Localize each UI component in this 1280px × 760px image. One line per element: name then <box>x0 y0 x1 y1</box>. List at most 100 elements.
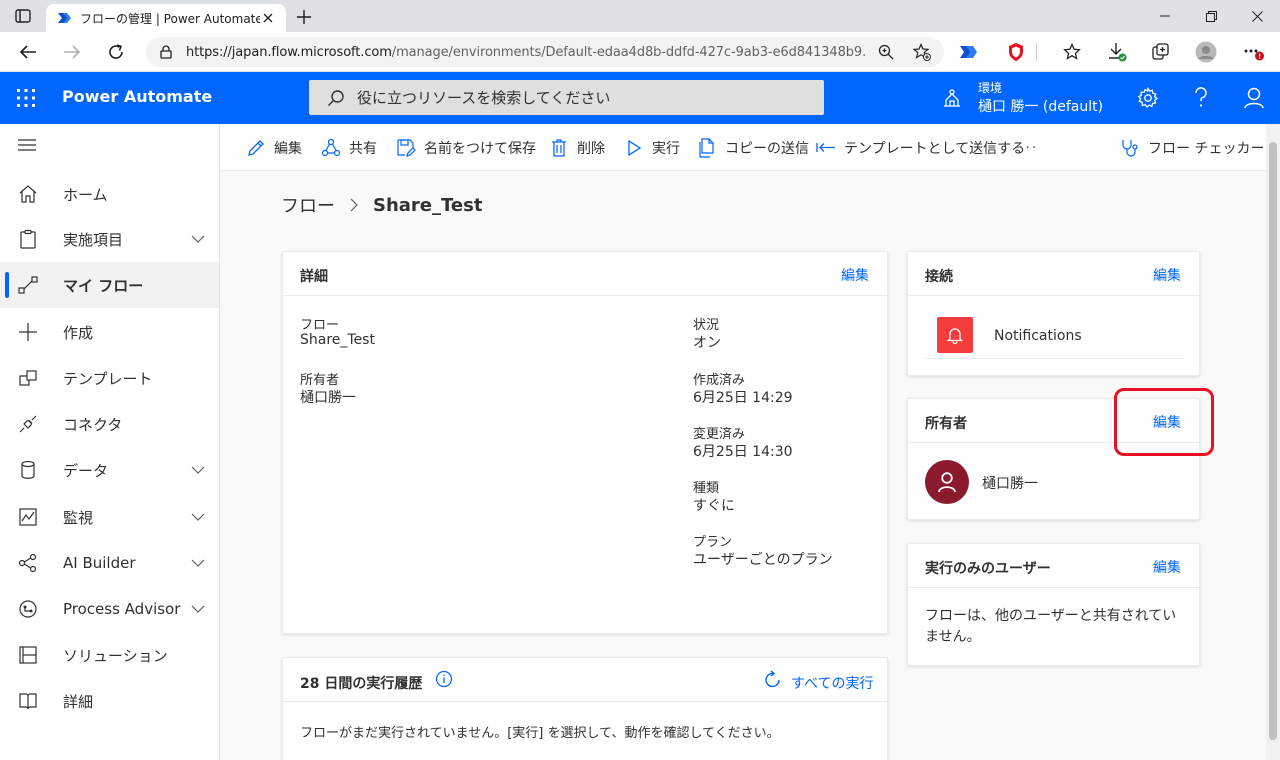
app-name[interactable]: Power Automate <box>62 87 212 106</box>
settings-more-icon[interactable] <box>1242 40 1266 64</box>
power-automate-extension-icon[interactable] <box>957 40 981 64</box>
status-value: オン <box>693 335 721 351</box>
tab-close-icon[interactable] <box>260 10 276 26</box>
restore-icon[interactable] <box>1188 0 1234 32</box>
app-header: Power Automate 役に立つリソースを検索してください 環境 樋口 勝… <box>0 72 1280 124</box>
collections-icon[interactable] <box>1149 40 1173 64</box>
share-button[interactable]: 共有 <box>321 124 377 171</box>
power-automate-favicon-icon <box>56 10 72 26</box>
send-as-template-button[interactable]: テンプレートとして送信する <box>816 124 1025 171</box>
chevron-down-icon <box>190 603 206 615</box>
flow-checker-button[interactable]: フロー チェッカー <box>1120 124 1264 171</box>
sidebar-item-label: マイ フロー <box>63 276 144 295</box>
sidebar-item-label: ホーム <box>63 185 108 204</box>
account-icon[interactable] <box>1242 86 1266 110</box>
save-as-button[interactable]: 名前をつけて保存 <box>396 124 536 171</box>
sidebar-item-monitor[interactable]: 監視 <box>0 494 219 540</box>
sidebar-item-label: テンプレート <box>63 369 153 388</box>
run-button[interactable]: 実行 <box>624 124 680 171</box>
browser-tabstrip: フローの管理 | Power Automate <box>0 0 1280 32</box>
browser-tab[interactable]: フローの管理 | Power Automate <box>46 4 286 32</box>
environment-icon[interactable] <box>942 88 962 108</box>
edit-button[interactable]: 編集 <box>246 124 302 171</box>
environment-name[interactable]: 樋口 勝一 (default) <box>978 96 1103 116</box>
delete-label: 削除 <box>577 140 605 157</box>
info-icon[interactable] <box>435 670 453 688</box>
chevron-down-icon <box>190 464 206 476</box>
sidebar-item-solutions[interactable]: ソリューション <box>0 632 219 678</box>
flow-icon <box>18 275 38 295</box>
sidebar-item-data[interactable]: データ <box>0 447 219 493</box>
delete-button[interactable]: 削除 <box>549 124 605 171</box>
new-tab-icon[interactable] <box>294 7 314 27</box>
address-bar[interactable]: https://japan.flow.microsoft.com/manage/… <box>146 37 944 67</box>
sidebar-item-home[interactable]: ホーム <box>0 171 219 217</box>
connector-plug-icon <box>18 414 38 434</box>
favorites-icon[interactable] <box>1060 40 1084 64</box>
minimize-icon[interactable] <box>1142 0 1188 32</box>
sidebar-item-action-items[interactable]: 実施項目 <box>0 216 219 262</box>
breadcrumb: フロー Share_Test <box>281 192 482 218</box>
process-advisor-icon <box>18 599 38 619</box>
chevron-down-icon <box>190 511 206 523</box>
forward-icon[interactable] <box>58 38 86 66</box>
zoom-icon[interactable] <box>874 40 898 64</box>
chevron-down-icon <box>190 233 206 245</box>
refresh-icon[interactable] <box>102 38 130 66</box>
chevron-down-icon <box>190 557 206 569</box>
close-window-icon[interactable] <box>1234 0 1280 32</box>
profile-avatar-icon[interactable] <box>1194 40 1218 64</box>
all-runs-link[interactable]: すべての実行 <box>791 673 873 693</box>
command-bar: 編集 共有 名前をつけて保存 削除 実行 コピーの送信 テンプレートとして送信す… <box>220 124 1266 171</box>
plus-icon <box>18 322 38 342</box>
back-icon[interactable] <box>14 38 42 66</box>
hamburger-menu-icon[interactable] <box>18 138 38 158</box>
lock-icon <box>160 45 172 59</box>
search-icon <box>327 89 345 107</box>
sidebar-item-ai-builder[interactable]: AI Builder <box>0 540 219 586</box>
flow-name-value: Share_Test <box>300 332 375 348</box>
send-copy-button[interactable]: コピーの送信 <box>697 124 809 171</box>
stethoscope-icon <box>1120 138 1140 158</box>
sidebar-item-process-advisor[interactable]: Process Advisor <box>0 586 219 632</box>
more-commands-button[interactable]: ··· <box>1019 124 1038 171</box>
database-icon <box>18 460 38 480</box>
sidebar-item-templates[interactable]: テンプレート <box>0 355 219 401</box>
sidebar-item-my-flows[interactable]: マイ フロー <box>0 262 219 308</box>
search-input[interactable]: 役に立つリソースを検索してください <box>309 80 824 115</box>
connection-name[interactable]: Notifications <box>994 328 1082 344</box>
sidebar-item-connectors[interactable]: コネクタ <box>0 401 219 447</box>
breadcrumb-parent[interactable]: フロー <box>281 192 335 218</box>
connections-edit-link[interactable]: 編集 <box>1153 265 1181 285</box>
shield-extension-icon[interactable] <box>1004 40 1028 64</box>
run-history-title: 28 日間の実行履歴 <box>300 676 423 692</box>
vertical-scrollbar[interactable] <box>1266 124 1280 760</box>
run-history-header: 28 日間の実行履歴 すべての実行 <box>283 658 887 702</box>
tab-actions-icon[interactable] <box>12 6 34 26</box>
run-only-users-header: 実行のみのユーザー 編集 <box>908 544 1199 588</box>
no-runs-message: フローがまだ実行されていません。[実行] を選択して、動作を確認してください。 <box>300 726 780 741</box>
help-icon[interactable] <box>1189 86 1213 110</box>
settings-gear-icon[interactable] <box>1136 86 1160 110</box>
not-shared-message: フローは、他のユーザーと共有されていません。 <box>925 608 1177 645</box>
sidebar-item-create[interactable]: 作成 <box>0 309 219 355</box>
sidebar-item-learn[interactable]: 詳細 <box>0 678 219 724</box>
send-copy-label: コピーの送信 <box>725 140 809 157</box>
export-arrow-icon <box>816 138 836 158</box>
status-label: 状況 <box>693 318 720 333</box>
details-edit-link[interactable]: 編集 <box>841 265 869 285</box>
refresh-icon[interactable] <box>763 670 783 690</box>
flow-name-label: フロー <box>300 318 340 333</box>
more-commands-label: ··· <box>1019 139 1039 156</box>
add-favorite-icon[interactable] <box>910 40 934 64</box>
connections-title: 接続 <box>925 269 953 285</box>
edit-label: 編集 <box>274 140 302 157</box>
scrollbar-thumb[interactable] <box>1269 142 1277 740</box>
downloads-icon[interactable] <box>1105 40 1129 64</box>
app-launcher-icon[interactable] <box>16 88 36 108</box>
sidebar-item-label: 詳細 <box>63 692 94 711</box>
run-only-users-edit-link[interactable]: 編集 <box>1153 557 1181 577</box>
details-card: 詳細 編集 フロー Share_Test 所有者 樋口勝一 状況 オン 作成済み… <box>282 251 888 634</box>
book-icon <box>18 691 38 711</box>
created-label: 作成済み <box>693 373 746 388</box>
